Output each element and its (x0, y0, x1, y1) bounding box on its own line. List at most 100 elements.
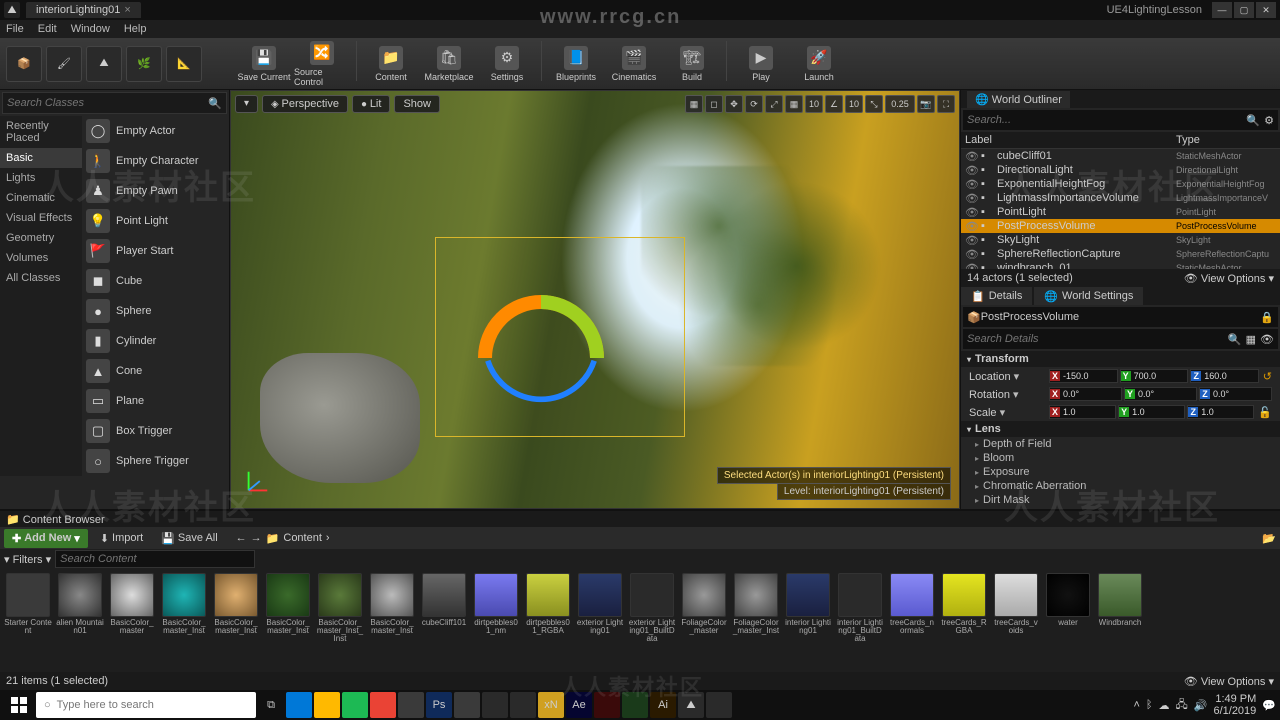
maximize-button[interactable]: ▢ (1234, 2, 1254, 18)
history-back-icon[interactable]: ← (236, 532, 247, 544)
app5-icon[interactable]: xN (538, 692, 564, 718)
asset-item[interactable]: dirtpebbles01_nm (472, 573, 520, 641)
category-cinematic[interactable]: Cinematic (0, 188, 82, 208)
grid-snap[interactable]: ▦ (785, 95, 803, 113)
scale-snap[interactable]: ⤡ (865, 95, 883, 113)
outliner-view-options[interactable]: 👁 View Options ▾ (1184, 272, 1274, 285)
place-item-cone[interactable]: ▲Cone (82, 356, 229, 386)
category-lights[interactable]: Lights (0, 168, 82, 188)
outlook-icon[interactable] (286, 692, 312, 718)
rotation-gizmo[interactable] (471, 274, 611, 414)
place-item-sphere[interactable]: ●Sphere (82, 296, 229, 326)
category-geometry[interactable]: Geometry (0, 228, 82, 248)
lens-item[interactable]: Dirt Mask (961, 493, 1280, 507)
outliner-row[interactable]: 👁▪LightmassImportanceVolumeLightmassImpo… (961, 191, 1280, 205)
save-all-button[interactable]: 💾 Save All (155, 529, 223, 548)
lens-item[interactable]: Chromatic Aberration (961, 479, 1280, 493)
lock-icon[interactable]: 🔒 (1260, 311, 1274, 324)
place-item-plane[interactable]: ▭Plane (82, 386, 229, 416)
asset-item[interactable]: BasicColor_master_Inst (212, 573, 260, 641)
toolbar-launch[interactable]: 🚀Launch (791, 41, 847, 87)
rotation-y[interactable]: 0.0° (1135, 389, 1196, 399)
reset-icon[interactable]: ↺ (1263, 370, 1272, 383)
category-basic[interactable]: Basic (0, 148, 82, 168)
notification-icon[interactable]: 💬 (1262, 699, 1276, 712)
category-all-classes[interactable]: All Classes (0, 268, 82, 288)
explorer-icon[interactable] (314, 692, 340, 718)
eye-icon[interactable]: 👁 (1260, 333, 1274, 346)
visibility-icon[interactable]: 👁 (965, 164, 979, 177)
viewport-menu-button[interactable]: ▾ (235, 95, 258, 113)
outliner-row[interactable]: 👁▪PostProcessVolumePostProcessVolume (961, 219, 1280, 233)
perspective-button[interactable]: ◈ Perspective (262, 95, 348, 113)
rotation-x[interactable]: 0.0° (1060, 389, 1121, 399)
camera-speed-icon[interactable]: 📷 (917, 95, 935, 113)
asset-item[interactable]: BasicColor_master_Inst (160, 573, 208, 641)
menu-edit[interactable]: Edit (38, 23, 57, 35)
place-item-cylinder[interactable]: ▮Cylinder (82, 326, 229, 356)
close-button[interactable]: ✕ (1256, 2, 1276, 18)
app2-icon[interactable] (454, 692, 480, 718)
toolbar-cinematics[interactable]: 🎬Cinematics (606, 41, 662, 87)
place-item-empty-pawn[interactable]: ♟Empty Pawn (82, 176, 229, 206)
visibility-icon[interactable]: 👁 (965, 178, 979, 191)
asset-item[interactable]: interior Lighting01_BuiltData (836, 573, 884, 641)
category-visual-effects[interactable]: Visual Effects (0, 208, 82, 228)
lens-item[interactable]: Camera (961, 507, 1280, 509)
app-icon[interactable] (398, 692, 424, 718)
outliner-row[interactable]: 👁▪windbranch_01StaticMeshActor (961, 261, 1280, 269)
breadcrumb-content[interactable]: Content (283, 532, 322, 544)
asset-item[interactable]: exterior Lighting01_BuiltData (628, 573, 676, 641)
toolbar-content[interactable]: 📁Content (363, 41, 419, 87)
task-view-icon[interactable]: ⧉ (258, 692, 284, 718)
substance-icon[interactable] (594, 692, 620, 718)
lens-item[interactable]: Bloom (961, 451, 1280, 465)
tray-volume-icon[interactable]: 🔊 (1194, 699, 1208, 712)
visibility-icon[interactable]: 👁 (965, 248, 979, 261)
asset-item[interactable]: alien Mountain01 (56, 573, 104, 641)
filters-button[interactable]: ▾ Filters ▾ (4, 553, 51, 566)
outliner-row[interactable]: 👁▪cubeCliff01StaticMeshActor (961, 149, 1280, 163)
toolbar-save-current[interactable]: 💾Save Current (236, 41, 292, 87)
outliner-row[interactable]: 👁▪DirectionalLightDirectionalLight (961, 163, 1280, 177)
game-view-icon[interactable]: ▦ (685, 95, 703, 113)
place-item-sphere-trigger[interactable]: ○Sphere Trigger (82, 446, 229, 476)
tray-chevron-icon[interactable]: ˄ (1133, 699, 1139, 711)
asset-item[interactable]: BasicColor_master_Inst (264, 573, 312, 641)
tray-bluetooth-icon[interactable]: ᛒ (1146, 699, 1153, 711)
asset-item[interactable]: cubeCliff101 (420, 573, 468, 641)
visibility-icon[interactable]: 👁 (965, 150, 979, 163)
asset-item[interactable]: dirtpebbles01_RGBA (524, 573, 572, 641)
asset-item[interactable]: Windbranch (1096, 573, 1144, 641)
photoshop-icon[interactable]: Ps (426, 692, 452, 718)
rotation-z[interactable]: 0.0° (1210, 389, 1271, 399)
lock-scale-icon[interactable]: 🔓 (1258, 406, 1272, 419)
outliner-row[interactable]: 👁▪SphereReflectionCaptureSphereReflectio… (961, 247, 1280, 261)
rotate-icon[interactable]: ⟳ (745, 95, 763, 113)
app7-icon[interactable] (706, 692, 732, 718)
minimize-button[interactable]: — (1212, 2, 1232, 18)
menu-help[interactable]: Help (124, 23, 147, 35)
geometry-mode-icon[interactable]: 📐 (166, 46, 202, 82)
angle-snap-value[interactable]: 10 (845, 95, 863, 113)
asset-item[interactable]: BasicColor_master_Inst (368, 573, 416, 641)
search-classes-input[interactable] (7, 97, 208, 109)
chrome-icon[interactable] (370, 692, 396, 718)
place-item-cube[interactable]: ◼Cube (82, 266, 229, 296)
outliner-row[interactable]: 👁▪ExponentialHeightFogExponentialHeightF… (961, 177, 1280, 191)
toolbar-blueprints[interactable]: 📘Blueprints (548, 41, 604, 87)
app6-icon[interactable] (622, 692, 648, 718)
level-viewport[interactable]: ▾ ◈ Perspective ● Lit Show ▦ ◻ ✥ ⟳ ⤢ ▦ 1… (230, 90, 960, 509)
place-item-box-trigger[interactable]: ▢Box Trigger (82, 416, 229, 446)
location-y[interactable]: 700.0 (1131, 371, 1188, 381)
tray-cloud-icon[interactable]: ☁ (1159, 699, 1170, 712)
asset-item[interactable]: treeCards_RGBA (940, 573, 988, 641)
asset-item[interactable]: Starter Content (4, 573, 52, 641)
visibility-icon[interactable]: 👁 (965, 262, 979, 270)
outliner-options-icon[interactable]: ⚙ (1264, 114, 1274, 127)
app3-icon[interactable] (482, 692, 508, 718)
toolbar-play[interactable]: ▶Play (733, 41, 789, 87)
menu-window[interactable]: Window (71, 23, 110, 35)
illustrator-icon[interactable]: Ai (650, 692, 676, 718)
location-z[interactable]: 160.0 (1201, 371, 1258, 381)
